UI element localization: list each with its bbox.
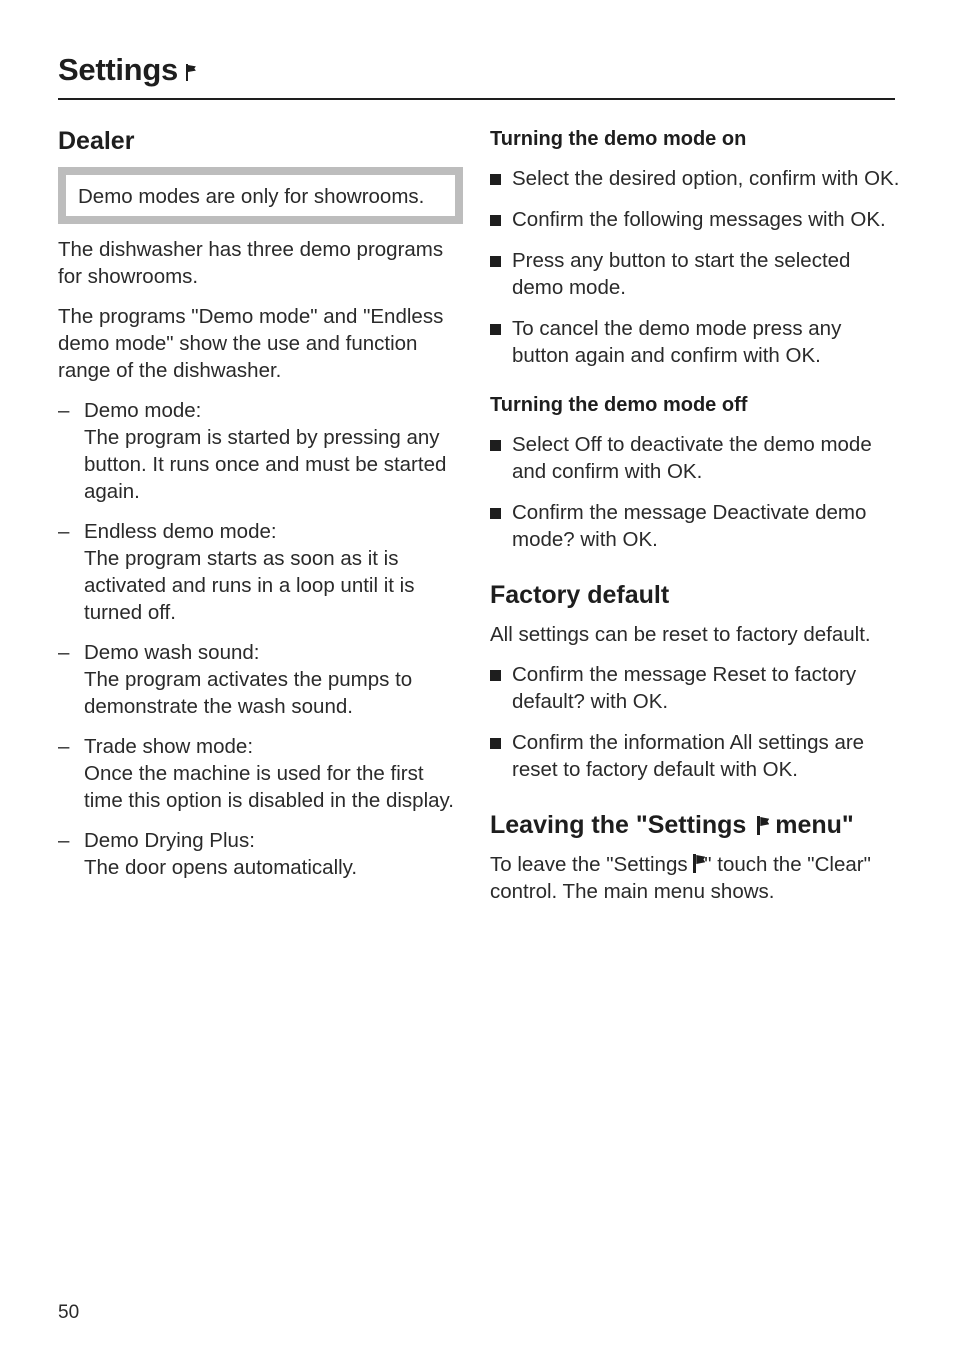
demo-off-heading: Turning the demo mode off <box>490 394 748 416</box>
bullet-icon <box>490 670 501 681</box>
demo-on-steps: Select the desired option, confirm with … <box>490 165 900 369</box>
flag-icon <box>185 64 197 81</box>
step-item: Confirm the information All settings are… <box>490 729 900 783</box>
bullet-icon <box>490 174 501 185</box>
heading-part: menu" <box>768 811 854 839</box>
step-item: Press any button to start the selected d… <box>490 247 900 301</box>
item-title: Demo wash sound: <box>84 641 260 664</box>
step-item: To cancel the demo mode press any button… <box>490 315 900 369</box>
page-title: Settings <box>58 52 197 88</box>
step-text: Confirm the message Reset to factory def… <box>512 663 857 713</box>
item-text: The program activates the pumps to demon… <box>84 668 413 718</box>
note-text: Demo modes are only for showrooms. <box>78 185 425 208</box>
list-item: – Trade show mode: Once the machine is use… <box>58 733 463 814</box>
demo-program-list: – Demo mode: The program is started by pre… <box>58 397 463 881</box>
list-item: – Endless demo mode: The program starts as… <box>58 518 463 626</box>
step-item: Confirm the message Deactivate demo mode… <box>490 499 900 553</box>
factory-steps: Confirm the message Reset to factory def… <box>490 661 900 783</box>
bullet-icon <box>490 508 501 519</box>
title-divider <box>58 98 895 100</box>
heading-part: Leaving the "Settings <box>490 811 754 839</box>
paragraph: The dishwasher has three demo programs f… <box>58 238 444 288</box>
page-title-text: Settings <box>58 52 178 87</box>
list-item: – Demo mode: The program is started by pre… <box>58 397 463 505</box>
step-text: To cancel the demo mode press any button… <box>512 317 842 367</box>
flag-icon <box>757 816 768 835</box>
step-text: Confirm the information All settings are… <box>512 731 865 781</box>
right-column: Turning the demo mode on Select the desi… <box>490 125 900 918</box>
paragraph: The programs "Demo mode" and "Endless de… <box>58 305 444 382</box>
item-title: Trade show mode: <box>84 735 254 758</box>
dash-icon: – <box>58 520 70 543</box>
bullet-icon <box>490 738 501 749</box>
factory-intro: All settings can be reset to factory def… <box>490 623 871 646</box>
dash-icon: – <box>58 399 70 422</box>
item-title: Endless demo mode: <box>84 520 277 543</box>
dash-icon: – <box>58 829 70 852</box>
item-text: Once the machine is used for the first t… <box>84 762 454 812</box>
step-item: Select Off to deactivate the demo mode a… <box>490 431 900 485</box>
dash-icon: – <box>58 735 70 758</box>
item-text: The program starts as soon as it is acti… <box>84 547 415 624</box>
step-text: Press any button to start the selected d… <box>512 249 851 299</box>
item-text: The program is started by pressing any b… <box>84 426 447 503</box>
list-item: – Demo Drying Plus: The door opens automat… <box>58 827 463 881</box>
step-item: Confirm the following messages with OK. <box>490 206 900 233</box>
demo-on-heading: Turning the demo mode on <box>490 128 747 150</box>
left-column: Dealer Demo modes are only for showrooms… <box>58 125 463 894</box>
item-text: The door opens automatically. <box>84 856 358 879</box>
step-text: Select Off to deactivate the demo mode a… <box>512 433 872 483</box>
list-item: – Demo wash sound: The program activates t… <box>58 639 463 720</box>
step-text: Confirm the message Deactivate demo mode… <box>512 501 867 551</box>
page-number: 50 <box>58 1302 80 1323</box>
step-item: Confirm the message Reset to factory def… <box>490 661 900 715</box>
step-item: Select the desired option, confirm with … <box>490 165 900 192</box>
item-title: Demo Drying Plus: <box>84 829 255 852</box>
dealer-heading: Dealer <box>58 127 135 155</box>
leaving-text: To leave the "Settings " touch the "Clea… <box>490 851 900 905</box>
bullet-icon <box>490 215 501 226</box>
note-box: Demo modes are only for showrooms. <box>58 167 463 224</box>
bullet-icon <box>490 324 501 335</box>
leaving-settings-heading: Leaving the "Settings menu" <box>490 809 900 841</box>
step-text: Select the desired option, confirm with … <box>512 167 900 190</box>
text-part: To leave the "Settings <box>490 853 694 876</box>
step-text: Confirm the following messages with OK. <box>512 208 886 231</box>
bullet-icon <box>490 256 501 267</box>
bullet-icon <box>490 440 501 451</box>
dash-icon: – <box>58 641 70 664</box>
demo-off-steps: Select Off to deactivate the demo mode a… <box>490 431 900 553</box>
factory-default-heading: Factory default <box>490 581 670 609</box>
flag-icon <box>693 854 704 873</box>
item-title: Demo mode: <box>84 399 202 422</box>
